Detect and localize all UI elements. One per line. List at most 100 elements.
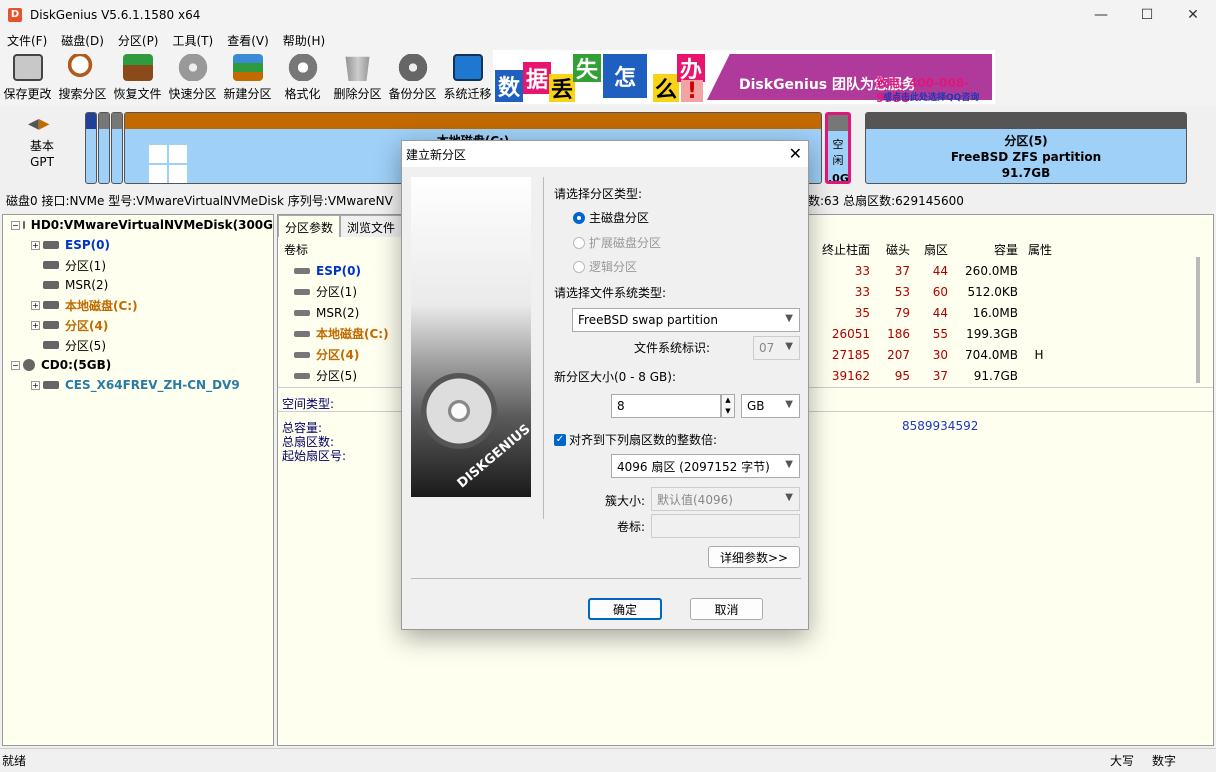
tree-item-part4[interactable]: + 分区(4) bbox=[3, 315, 273, 335]
window-title: DiskGenius V5.6.1.1580 x64 bbox=[30, 8, 201, 22]
tab-partition-params[interactable]: 分区参数 bbox=[278, 215, 341, 237]
disk-segment-part5[interactable]: 分区(5) FreeBSD ZFS partition 91.7GB bbox=[865, 112, 1187, 184]
delete-partition-button[interactable]: 删除分区 bbox=[330, 50, 385, 102]
menu-disk[interactable]: 磁盘(D) bbox=[54, 32, 111, 49]
caps-indicator: 大写 bbox=[1110, 754, 1135, 768]
size-unit-select[interactable]: GB ▼ bbox=[741, 394, 800, 418]
ad-char: 丢 bbox=[549, 74, 575, 103]
save-changes-button[interactable]: 保存更改 bbox=[0, 50, 55, 102]
disk-type-label: 基本 GPT bbox=[30, 139, 55, 169]
backup-icon bbox=[397, 54, 428, 81]
partition-icon bbox=[43, 281, 59, 289]
col-attribute[interactable]: 属性 bbox=[1024, 241, 1060, 258]
save-disk-icon bbox=[12, 54, 43, 81]
ad-char: 么 bbox=[653, 74, 679, 103]
tree-cd0[interactable]: − CD0:(5GB) bbox=[3, 355, 273, 375]
cancel-button[interactable]: 取消 bbox=[690, 598, 763, 620]
radio-extended[interactable]: 扩展磁盘分区 bbox=[573, 234, 661, 251]
part5-label: 分区(5) bbox=[1004, 134, 1048, 148]
fs-type-select[interactable]: FreeBSD swap partition ▼ bbox=[572, 308, 800, 332]
volume-label-input[interactable] bbox=[651, 514, 800, 538]
cluster-size-label: 簇大小: bbox=[605, 494, 646, 508]
align-select[interactable]: 4096 扇区 (2097152 字节) ▼ bbox=[611, 454, 800, 478]
chevron-down-icon: ▼ bbox=[785, 341, 793, 352]
system-migrate-button[interactable]: 系统迁移 bbox=[440, 50, 495, 102]
size-input[interactable]: 8 bbox=[611, 394, 721, 418]
quick-partition-button[interactable]: 快速分区 bbox=[165, 50, 220, 102]
partition-icon bbox=[43, 261, 59, 269]
cd-icon bbox=[23, 359, 35, 371]
free-space-label: 空闲 bbox=[832, 138, 844, 167]
menu-file[interactable]: 文件(F) bbox=[0, 32, 54, 49]
ok-button[interactable]: 确定 bbox=[588, 598, 662, 620]
format-gear-icon bbox=[287, 54, 318, 81]
disk-tree: − HD0:VMwareVirtualNVMeDisk(300G + ESP(0) … bbox=[2, 214, 274, 746]
start-sector-label: 起始扇区号: bbox=[282, 449, 347, 463]
close-window-button[interactable]: ✕ bbox=[1170, 0, 1216, 30]
disk-segment-msr[interactable] bbox=[111, 112, 123, 184]
col-head[interactable]: 磁头 bbox=[876, 241, 916, 258]
tree-item-part1[interactable]: 分区(1) bbox=[3, 255, 273, 275]
detail-value: 8589934592 bbox=[902, 419, 979, 433]
disk-segment-part1[interactable] bbox=[98, 112, 110, 184]
status-bar: 就绪 大写 数字 bbox=[0, 748, 1216, 772]
free-space-size: .0G bbox=[828, 172, 849, 184]
radio-primary[interactable]: 主磁盘分区 bbox=[573, 209, 649, 226]
tree-item-part5[interactable]: 分区(5) bbox=[3, 335, 273, 355]
menu-bar: 文件(F) 磁盘(D) 分区(P) 工具(T) 查看(V) 帮助(H) bbox=[0, 30, 1216, 50]
minimize-button[interactable]: — bbox=[1078, 0, 1124, 30]
size-label: 新分区大小(0 - 8 GB): bbox=[554, 370, 676, 384]
partition-type-label: 请选择分区类型: bbox=[554, 187, 643, 201]
backup-partition-button[interactable]: 备份分区 bbox=[385, 50, 440, 102]
partition-icon bbox=[294, 351, 310, 358]
details-button[interactable]: 详细参数>> bbox=[708, 546, 800, 568]
table-scrollbar[interactable] bbox=[1196, 257, 1200, 383]
disk-segment-free[interactable]: 空闲 .0G bbox=[825, 112, 851, 184]
status-text: 就绪 bbox=[2, 754, 27, 768]
disk-nav-arrows[interactable]: ◀▶ bbox=[28, 116, 50, 132]
part5-fs: FreeBSD ZFS partition bbox=[950, 150, 1102, 164]
volume-label: 卷标: bbox=[617, 520, 646, 534]
format-button[interactable]: 格式化 bbox=[275, 50, 330, 102]
partition-icon bbox=[43, 381, 59, 389]
dialog-title: 建立新分区 bbox=[406, 147, 467, 162]
menu-tools[interactable]: 工具(T) bbox=[166, 32, 221, 49]
ad-qq-link[interactable]: 或点击此处选择QQ咨询 bbox=[883, 90, 979, 103]
partition-icon bbox=[294, 309, 310, 316]
hard-disk-icon bbox=[22, 221, 25, 229]
dialog-close-icon[interactable]: ✕ bbox=[789, 144, 802, 163]
new-partition-button[interactable]: 新建分区 bbox=[220, 50, 275, 102]
disk-info-left: 磁盘0 接口:NVMe 型号:VMwareVirtualNVMeDisk 序列号… bbox=[6, 193, 393, 208]
ad-banner[interactable]: 数 据 丢 失 怎 么 办 ! DiskGenius 团队为您服务 致电: 40… bbox=[493, 50, 995, 104]
chevron-down-icon: ▼ bbox=[785, 313, 793, 324]
align-checkbox[interactable]: ✓ 对齐到下列扇区数的整数倍: bbox=[554, 431, 717, 448]
fs-id-select[interactable]: 07 ▼ bbox=[753, 336, 800, 360]
cluster-size-select[interactable]: 默认值(4096) ▼ bbox=[651, 487, 800, 511]
windows-logo-icon bbox=[149, 145, 187, 183]
partition-icon bbox=[43, 321, 59, 329]
search-partition-button[interactable]: 搜索分区 bbox=[55, 50, 110, 102]
partition-icon bbox=[294, 288, 310, 295]
tab-browse-files[interactable]: 浏览文件 bbox=[340, 215, 403, 237]
menu-help[interactable]: 帮助(H) bbox=[276, 32, 332, 49]
menu-view[interactable]: 查看(V) bbox=[220, 32, 276, 49]
tree-item-esp[interactable]: + ESP(0) bbox=[3, 235, 273, 255]
col-sector[interactable]: 扇区 bbox=[916, 241, 954, 258]
tree-disk-hd0[interactable]: − HD0:VMwareVirtualNVMeDisk(300G bbox=[3, 215, 273, 235]
recover-files-button[interactable]: 恢复文件 bbox=[110, 50, 165, 102]
tree-item-c[interactable]: + 本地磁盘(C:) bbox=[3, 295, 273, 315]
ad-char: 数 bbox=[495, 70, 523, 102]
radio-logical[interactable]: 逻辑分区 bbox=[573, 258, 637, 275]
size-stepper[interactable]: ▲ ▼ bbox=[721, 394, 735, 418]
col-capacity[interactable]: 容量 bbox=[954, 241, 1024, 258]
menu-partition[interactable]: 分区(P) bbox=[111, 32, 166, 49]
tree-item-cd-volume[interactable]: + CES_X64FREV_ZH-CN_DV9 bbox=[3, 375, 273, 395]
partition-icon bbox=[294, 330, 310, 337]
partition-icon bbox=[43, 241, 59, 249]
fs-type-label: 请选择文件系统类型: bbox=[554, 286, 667, 300]
disk-segment-esp[interactable] bbox=[85, 112, 97, 184]
maximize-button[interactable]: ☐ bbox=[1124, 0, 1170, 30]
partition-icon bbox=[43, 301, 59, 309]
col-end-cylinder[interactable]: 终止柱面 bbox=[816, 241, 876, 258]
tree-item-msr[interactable]: MSR(2) bbox=[3, 275, 273, 295]
